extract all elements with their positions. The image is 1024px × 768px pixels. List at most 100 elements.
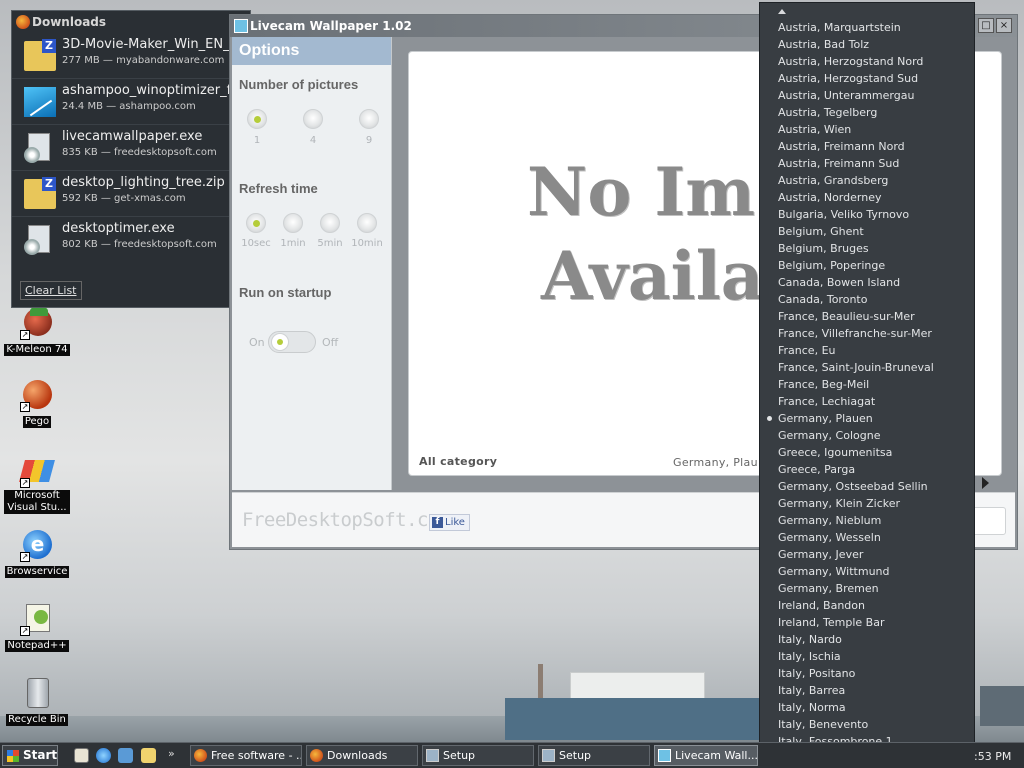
camera-option[interactable]: Germany, Plauen: [760, 410, 976, 427]
pictures-radio-1[interactable]: [247, 109, 267, 129]
outlook-express-icon[interactable]: [118, 748, 133, 763]
camera-option[interactable]: Germany, Wesseln: [760, 529, 976, 546]
camera-selector[interactable]: Germany, Plau: [673, 456, 758, 469]
refresh-radio-10sec[interactable]: [246, 213, 266, 233]
start-button[interactable]: Start: [2, 745, 58, 766]
camera-options: Austria, Marquartstein Austria, Bad Tolz A…: [760, 19, 976, 750]
camera-option[interactable]: Germany, Wittmund: [760, 563, 976, 580]
downloads-title-bar[interactable]: Downloads: [12, 11, 250, 33]
quick-launch-more[interactable]: »: [168, 747, 175, 760]
download-item[interactable]: Z desktop_lighting_tree.zip 592 KB — get…: [12, 171, 250, 217]
desktop-icon-label: K-Meleon 74: [4, 344, 70, 356]
desktop-icon-label: Microsoft Visual Stu...: [4, 490, 70, 514]
camera-option[interactable]: France, Eu: [760, 342, 976, 359]
camera-option[interactable]: Germany, Bremen: [760, 580, 976, 597]
internet-explorer-icon[interactable]: [96, 748, 111, 763]
camera-option[interactable]: France, Villefranche-sur-Mer: [760, 325, 976, 342]
facebook-like-button[interactable]: f Like: [429, 514, 470, 531]
camera-option[interactable]: Austria, Herzogstand Nord: [760, 53, 976, 70]
zip-folder-icon: Z: [24, 177, 56, 209]
camera-option[interactable]: Italy, Positano: [760, 665, 976, 682]
camera-option[interactable]: Austria, Norderney: [760, 189, 976, 206]
camera-option[interactable]: Austria, Freimann Nord: [760, 138, 976, 155]
download-item[interactable]: livecamwallpaper.exe 835 KB — freedeskto…: [12, 125, 250, 171]
refresh-radio-10min[interactable]: [357, 213, 377, 233]
camera-option[interactable]: Austria, Grandsberg: [760, 172, 976, 189]
category-selector[interactable]: All category: [419, 455, 497, 468]
task-livecam-wallpaper[interactable]: Livecam Wall...: [654, 745, 758, 766]
desktop-icon-browservice[interactable]: e ↗ Browservice: [4, 528, 70, 578]
camera-option[interactable]: Italy, Ischia: [760, 648, 976, 665]
taskbar: Start » Free software - ... Downloads Se…: [0, 742, 1024, 768]
camera-option[interactable]: Germany, Ostseebad Sellin: [760, 478, 976, 495]
camera-option[interactable]: Austria, Bad Tolz: [760, 36, 976, 53]
task-downloads[interactable]: Downloads: [306, 745, 418, 766]
camera-option[interactable]: Germany, Cologne: [760, 427, 976, 444]
show-desktop-icon[interactable]: [74, 748, 89, 763]
camera-option[interactable]: Ireland, Bandon: [760, 597, 976, 614]
footer-action-button[interactable]: [972, 507, 1006, 535]
camera-option[interactable]: Canada, Bowen Island: [760, 274, 976, 291]
desktop-icon-label: Pego: [22, 416, 52, 428]
camera-option[interactable]: Austria, Tegelberg: [760, 104, 976, 121]
pictures-label-1: 1: [253, 135, 261, 146]
camera-option[interactable]: Greece, Igoumenitsa: [760, 444, 976, 461]
desktop-icon-visual-studio[interactable]: ↗ Microsoft Visual Stu...: [4, 454, 70, 514]
camera-option[interactable]: Belgium, Ghent: [760, 223, 976, 240]
download-item[interactable]: desktoptimer.exe 802 KB — freedesktopsof…: [12, 217, 250, 263]
clear-list-button[interactable]: Clear List: [20, 281, 82, 300]
camera-option[interactable]: Austria, Freimann Sud: [760, 155, 976, 172]
close-button[interactable]: ×: [996, 18, 1012, 33]
refresh-radio-5min[interactable]: [320, 213, 340, 233]
camera-option[interactable]: Belgium, Bruges: [760, 240, 976, 257]
exe-icon: [24, 225, 56, 255]
run-on-startup-heading: Run on startup: [239, 285, 332, 300]
camera-option[interactable]: Canada, Toronto: [760, 291, 976, 308]
maximize-button[interactable]: □: [978, 18, 994, 33]
notepad-plus-plus-icon: ↗: [20, 602, 54, 636]
task-setup-2[interactable]: Setup: [538, 745, 650, 766]
task-free-software[interactable]: Free software - ...: [190, 745, 302, 766]
camera-option[interactable]: Italy, Nardo: [760, 631, 976, 648]
refresh-radio-1min[interactable]: [283, 213, 303, 233]
camera-option[interactable]: Germany, Nieblum: [760, 512, 976, 529]
desktop-icon-pego[interactable]: ↗ Pego: [4, 378, 70, 428]
camera-option[interactable]: Germany, Klein Zicker: [760, 495, 976, 512]
camera-option[interactable]: Germany, Jever: [760, 546, 976, 563]
download-item[interactable]: Z 3D-Movie-Maker_Win_EN_U 277 MB — myaba…: [12, 33, 250, 79]
camera-option[interactable]: Austria, Marquartstein: [760, 19, 976, 36]
camera-option[interactable]: France, Beg-Meil: [760, 376, 976, 393]
camera-option[interactable]: Ireland, Temple Bar: [760, 614, 976, 631]
camera-dropdown-list[interactable]: Austria, Marquartstein Austria, Bad Tolz A…: [759, 2, 975, 768]
refresh-label-1min: 1min: [280, 238, 306, 249]
camera-option[interactable]: Belgium, Poperinge: [760, 257, 976, 274]
camera-option[interactable]: France, Beaulieu-sur-Mer: [760, 308, 976, 325]
camera-option[interactable]: Italy, Norma: [760, 699, 976, 716]
camera-option[interactable]: Austria, Herzogstand Sud: [760, 70, 976, 87]
brand-link[interactable]: FreeDesktopSoft.com: [242, 509, 450, 531]
pictures-radio-9[interactable]: [359, 109, 379, 129]
camera-option[interactable]: Austria, Wien: [760, 121, 976, 138]
download-item[interactable]: ashampoo_winoptimizer_fre 24.4 MB — asha…: [12, 79, 250, 125]
task-label: Setup: [559, 749, 592, 762]
browser-icon: e ↗: [20, 528, 54, 562]
camera-option[interactable]: Italy, Benevento: [760, 716, 976, 733]
explorer-icon[interactable]: [141, 748, 156, 763]
run-on-startup-toggle[interactable]: [268, 331, 316, 353]
camera-option[interactable]: Bulgaria, Veliko Tyrnovo: [760, 206, 976, 223]
camera-option[interactable]: Italy, Barrea: [760, 682, 976, 699]
task-setup-1[interactable]: Setup: [422, 745, 534, 766]
camera-option[interactable]: France, Lechiagat: [760, 393, 976, 410]
desktop-icon-recycle-bin[interactable]: Recycle Bin: [4, 676, 70, 726]
scroll-up-arrow-icon[interactable]: [778, 9, 786, 14]
options-header: Options: [232, 37, 391, 65]
next-camera-arrow-icon[interactable]: [982, 477, 989, 489]
pictures-radio-4[interactable]: [303, 109, 323, 129]
refresh-label-10sec: 10sec: [241, 238, 271, 249]
camera-option[interactable]: Greece, Parga: [760, 461, 976, 478]
camera-option[interactable]: France, Saint-Jouin-Bruneval: [760, 359, 976, 376]
desktop-icon-notepad-plus-plus[interactable]: ↗ Notepad++: [4, 602, 70, 652]
desktop-icon-k-meleon[interactable]: ↗ K-Meleon 74: [4, 306, 70, 356]
task-label: Downloads: [327, 749, 388, 762]
camera-option[interactable]: Austria, Unterammergau: [760, 87, 976, 104]
